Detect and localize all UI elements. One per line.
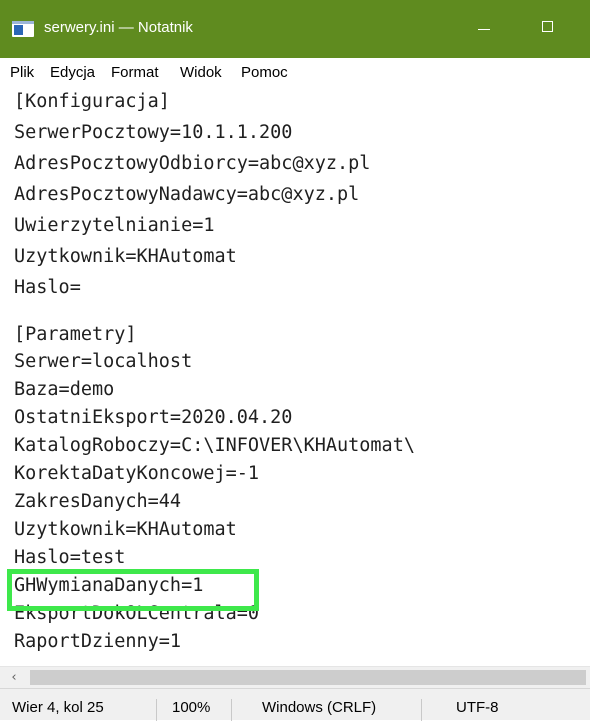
editor-line: RaportDzienny=1	[14, 631, 182, 652]
editor-line: KatalogRoboczy=C:\INFOVER\KHAutomat\	[14, 435, 415, 456]
menu-item-edycja[interactable]: Edycja	[50, 65, 95, 81]
editor-line: KorektaDatyKoncowej=-1	[14, 463, 260, 484]
scrollbar-thumb[interactable]	[30, 670, 586, 685]
status-encoding: UTF-8	[456, 699, 499, 716]
text-editor[interactable]: [Konfiguracja] SerwerPocztowy=10.1.1.200…	[0, 88, 590, 666]
editor-line: Haslo=test	[14, 547, 126, 568]
editor-line: Uzytkownik=KHAutomat	[14, 519, 237, 540]
status-position: Wier 4, kol 25	[12, 699, 104, 716]
title-bar: serwery.ini — Notatnik	[0, 0, 590, 58]
minimize-icon	[478, 29, 490, 30]
status-divider	[421, 699, 422, 721]
editor-line: [Konfiguracja]	[14, 91, 170, 112]
maximize-button[interactable]	[524, 0, 580, 58]
scroll-left-icon[interactable]: ‹	[5, 667, 23, 688]
highlight-box	[7, 569, 259, 611]
notepad-icon	[12, 21, 34, 37]
horizontal-scrollbar[interactable]: ‹	[0, 666, 590, 688]
window-title: serwery.ini — Notatnik	[44, 19, 193, 36]
editor-line: Uwierzytelnianie=1	[14, 215, 215, 236]
editor-line: OstatniEksport=2020.04.20	[14, 407, 293, 428]
menu-item-plik[interactable]: Plik	[10, 65, 34, 81]
menu-bar: Plik Edycja Format Widok Pomoc	[0, 58, 590, 88]
editor-line: ZakresDanych=44	[14, 491, 182, 512]
menu-item-format[interactable]: Format	[111, 65, 159, 81]
editor-line: Haslo=	[14, 277, 81, 298]
menu-item-widok[interactable]: Widok	[180, 65, 222, 81]
editor-line: [Parametry]	[14, 324, 137, 345]
maximize-icon	[542, 21, 553, 32]
status-divider	[156, 699, 157, 721]
editor-line: AdresPocztowyNadawcy=abc@xyz.pl	[14, 184, 360, 205]
editor-line: AdresPocztowyOdbiorcy=abc@xyz.pl	[14, 153, 371, 174]
status-line-endings: Windows (CRLF)	[262, 699, 377, 716]
editor-line: Serwer=localhost	[14, 351, 193, 372]
minimize-button[interactable]	[456, 0, 512, 58]
status-divider	[231, 699, 232, 721]
menu-item-pomoc[interactable]: Pomoc	[241, 65, 288, 81]
status-bar: Wier 4, kol 25 100% Windows (CRLF) UTF-8	[0, 688, 590, 721]
status-zoom: 100%	[172, 699, 211, 716]
editor-line: Baza=demo	[14, 379, 115, 400]
editor-line: SerwerPocztowy=10.1.1.200	[14, 122, 293, 143]
editor-line: Uzytkownik=KHAutomat	[14, 246, 237, 267]
